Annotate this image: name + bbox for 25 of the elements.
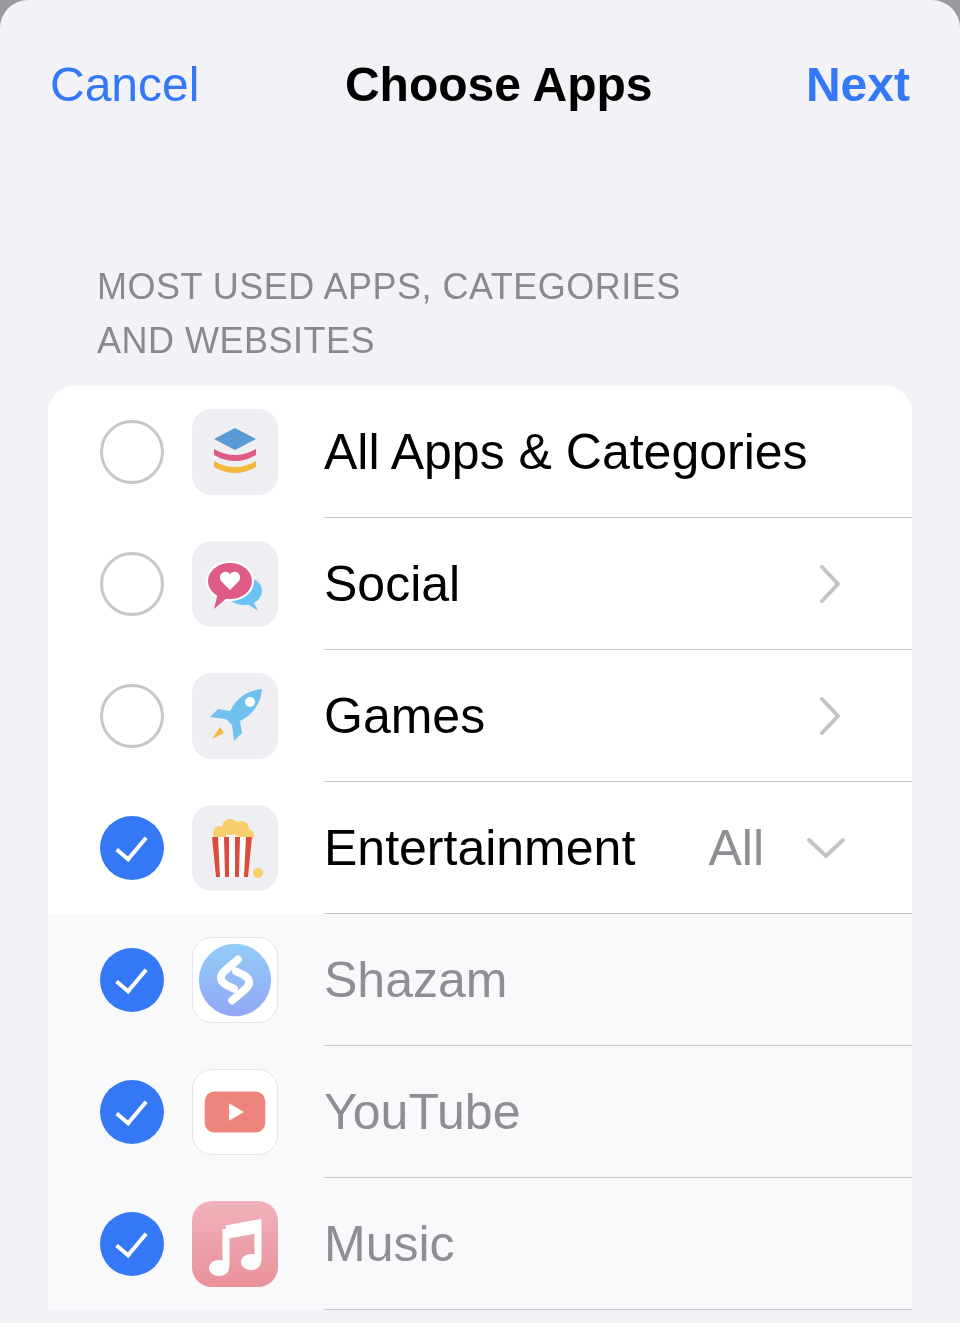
section-header: MOST USED APPS, CATEGORIES AND WEBSITES <box>97 265 682 363</box>
row-label: All Apps & Categories <box>324 422 809 481</box>
layers-icon <box>192 409 278 495</box>
chat-bubbles-icon <box>192 541 278 627</box>
checkbox[interactable] <box>100 420 164 484</box>
row-label: YouTube <box>324 1082 522 1141</box>
music-note-app-icon <box>192 1201 278 1287</box>
checkbox[interactable] <box>100 684 164 748</box>
chevron-right-icon[interactable] <box>818 563 842 604</box>
sheet-title: Choose Apps <box>344 56 653 112</box>
next-button[interactable]: Next <box>805 56 910 112</box>
row-label: Games <box>324 686 487 745</box>
row-label: Social <box>324 554 462 613</box>
cancel-button[interactable]: Cancel <box>50 56 200 112</box>
swirl-app-icon <box>192 937 278 1023</box>
popcorn-icon <box>192 805 278 891</box>
chevron-down-icon[interactable] <box>806 835 846 860</box>
row-label: Entertainment <box>324 818 637 877</box>
checkbox[interactable] <box>100 552 164 616</box>
rocket-icon <box>192 673 278 759</box>
play-app-icon <box>192 1069 278 1155</box>
row-label: Music <box>324 1214 456 1273</box>
row-label: Shazam <box>324 950 509 1009</box>
chevron-right-icon[interactable] <box>818 695 842 736</box>
selection-value: All <box>708 818 764 877</box>
